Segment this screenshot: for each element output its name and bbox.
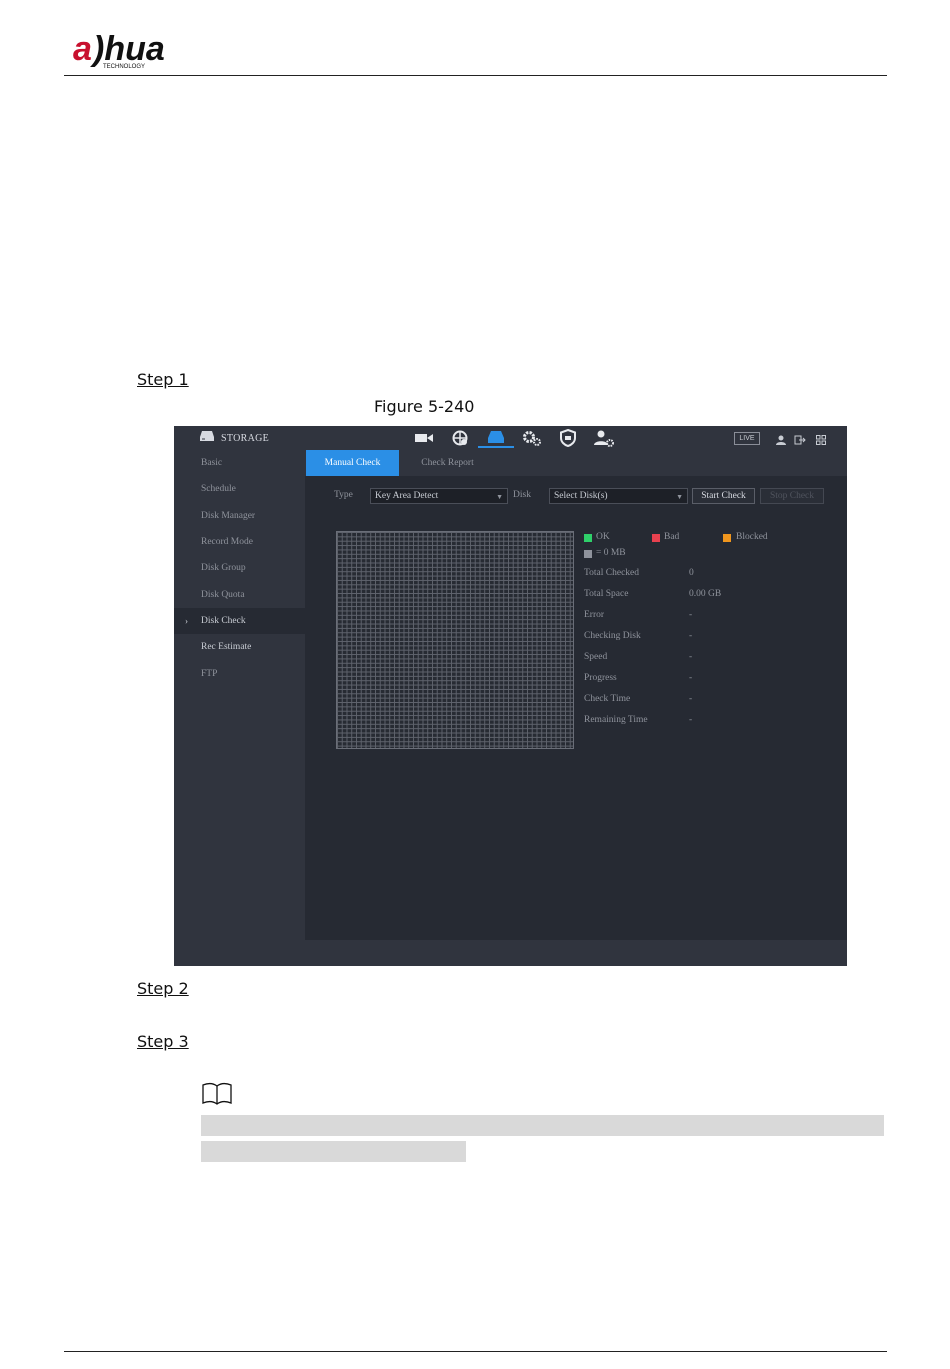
info-label: Speed — [584, 652, 608, 662]
info-label: Check Time — [584, 694, 631, 704]
redacted-note-line-1 — [201, 1115, 884, 1136]
svg-text:)hua: )hua — [90, 30, 165, 68]
sidebar-item-disk-check[interactable]: › Disk Check — [174, 608, 305, 634]
info-value: - — [689, 652, 693, 662]
redacted-note-line-2 — [201, 1141, 466, 1162]
legend-ok: OK — [596, 532, 610, 542]
brand-logo: a )hua TECHNOLOGY — [73, 30, 185, 72]
step-2-label: Step 2 — [137, 979, 189, 998]
info-value: - — [689, 631, 693, 641]
ok-legend-swatch — [584, 534, 592, 542]
header-rule — [64, 75, 887, 76]
type-label: Type — [334, 490, 353, 500]
sidebar-item-label: FTP — [201, 669, 218, 679]
account-icon[interactable] — [586, 428, 622, 448]
svg-text:a: a — [73, 30, 92, 68]
svg-text:TECHNOLOGY: TECHNOLOGY — [103, 64, 145, 70]
sidebar-item-basic[interactable]: Basic — [174, 450, 305, 476]
window-title-text: STORAGE — [221, 432, 270, 444]
dropdown-arrow-icon: ▼ — [496, 493, 503, 501]
disk-select[interactable]: Select Disk(s) ▼ — [549, 488, 688, 504]
topbar-actions — [776, 432, 826, 450]
sidebar-item-schedule[interactable]: Schedule — [174, 476, 305, 502]
camera-icon[interactable] — [406, 428, 442, 448]
info-label: Error — [584, 610, 605, 620]
info-label: Checking Disk — [584, 631, 641, 641]
info-label: Total Space — [584, 589, 629, 599]
network-icon[interactable] — [442, 428, 478, 448]
sidebar-item-label: Disk Manager — [201, 511, 256, 521]
system-icon[interactable] — [514, 428, 550, 448]
info-value: - — [689, 673, 693, 683]
unit-legend-swatch — [584, 550, 592, 558]
hdd-icon — [199, 429, 215, 447]
legend-unit: = 0 MB — [596, 548, 626, 558]
info-value: - — [689, 610, 693, 620]
info-value: - — [689, 694, 693, 704]
type-select-value: Key Area Detect — [375, 491, 439, 501]
chevron-right-icon: › — [185, 616, 188, 626]
footer-rule — [64, 1351, 887, 1352]
security-icon[interactable] — [550, 428, 586, 448]
info-label: Progress — [584, 673, 617, 683]
sidebar-item-rec-estimate[interactable]: Rec Estimate — [174, 634, 305, 660]
stop-check-button[interactable]: Stop Check — [760, 488, 824, 504]
top-nav — [406, 428, 622, 448]
info-label: Remaining Time — [584, 715, 648, 725]
sidebar-item-disk-quota[interactable]: Disk Quota — [174, 582, 305, 608]
step-1-label: Step 1 — [137, 370, 189, 389]
storage-screenshot: STORAGE LIVE Basic Schedule Disk Manager… — [174, 426, 847, 966]
figure-caption: Figure 5-240 — [374, 397, 475, 416]
sidebar-item-ftp[interactable]: FTP — [174, 661, 305, 687]
info-label: Total Checked — [584, 568, 639, 578]
sidebar-item-label: Disk Quota — [201, 590, 245, 600]
disk-select-value: Select Disk(s) — [554, 491, 608, 501]
sidebar-item-label: Disk Group — [201, 563, 246, 573]
grid-menu-icon[interactable] — [816, 432, 826, 450]
sidebar-item-disk-manager[interactable]: Disk Manager — [174, 503, 305, 529]
legend-bad: Bad — [664, 532, 680, 542]
blocked-legend-swatch — [723, 534, 731, 542]
info-value: 0.00 GB — [689, 589, 722, 599]
tab-bar: Manual Check Check Report — [305, 450, 847, 476]
sidebar-item-record-mode[interactable]: Record Mode — [174, 529, 305, 555]
sidebar: Basic Schedule Disk Manager Record Mode … — [174, 450, 305, 966]
sidebar-item-label: Record Mode — [201, 537, 253, 547]
sidebar-item-label: Basic — [201, 458, 223, 468]
book-icon — [201, 1082, 233, 1106]
sidebar-item-label: Schedule — [201, 484, 236, 494]
storage-icon[interactable] — [478, 428, 514, 448]
step-3-label: Step 3 — [137, 1032, 189, 1051]
tab-check-report[interactable]: Check Report — [400, 450, 495, 476]
logout-icon[interactable] — [794, 432, 808, 450]
sidebar-item-disk-group[interactable]: Disk Group — [174, 555, 305, 581]
sidebar-item-label: Disk Check — [201, 616, 246, 626]
sidebar-item-label: Rec Estimate — [201, 642, 252, 652]
bad-legend-swatch — [652, 534, 660, 542]
disk-block-map — [336, 531, 574, 749]
info-value: - — [689, 715, 693, 725]
user-icon[interactable] — [776, 432, 786, 450]
type-select[interactable]: Key Area Detect ▼ — [370, 488, 508, 504]
info-value: 0 — [689, 568, 694, 578]
legend-blocked: Blocked — [736, 532, 768, 542]
window-title: STORAGE — [199, 431, 269, 445]
start-check-button[interactable]: Start Check — [692, 488, 755, 504]
disk-label: Disk — [513, 490, 531, 500]
tab-manual-check[interactable]: Manual Check — [306, 450, 399, 476]
bottom-bar — [305, 940, 847, 966]
dropdown-arrow-icon: ▼ — [676, 493, 683, 501]
live-button[interactable]: LIVE — [734, 432, 760, 445]
